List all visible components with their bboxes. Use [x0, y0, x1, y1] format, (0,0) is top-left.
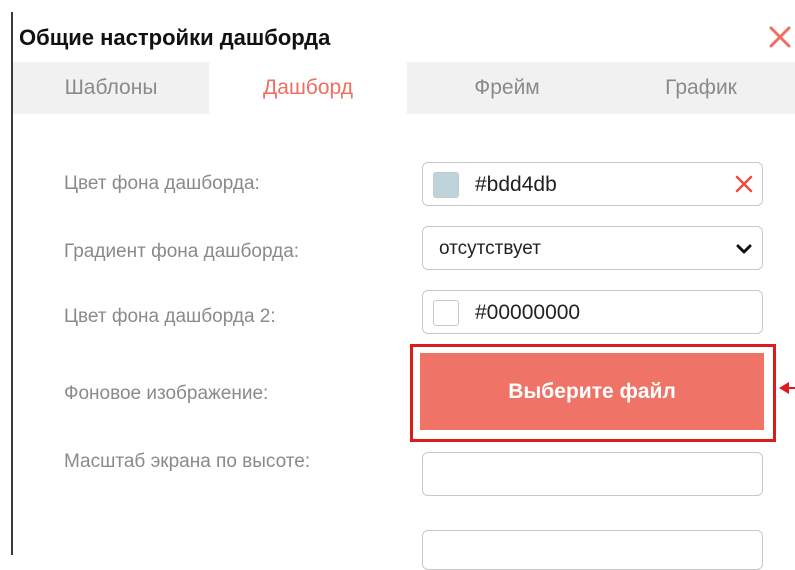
tab-frame[interactable]: Фрейм: [407, 62, 607, 114]
screen-scale-label: Масштаб экрана по высоте:: [64, 451, 311, 472]
chevron-down-icon: [736, 242, 752, 256]
settings-tabs: Шаблоны Дашборд Фрейм График: [13, 62, 795, 114]
bg-color-swatch[interactable]: [433, 172, 459, 198]
gradient-select[interactable]: отсутствует: [422, 226, 763, 270]
gradient-label: Градиент фона дашборда:: [64, 241, 300, 262]
dialog-title: Общие настройки дашборда: [19, 25, 331, 50]
close-icon[interactable]: [765, 22, 795, 52]
pointer-arrow-icon: [777, 376, 795, 400]
dialog-header: Общие настройки дашборда: [13, 12, 795, 62]
tab-templates[interactable]: Шаблоны: [13, 62, 209, 114]
next-setting-input[interactable]: [422, 530, 763, 570]
choose-file-button[interactable]: Выберите файл: [420, 353, 764, 430]
bg-color-field[interactable]: #bdd4db: [422, 162, 763, 206]
tab-dashboard[interactable]: Дашборд: [209, 62, 407, 114]
dashboard-settings-panel: Цвет фона дашборда: #bdd4db Градиент фон…: [13, 114, 795, 570]
gradient-selected-value: отсутствует: [439, 238, 541, 259]
bg-color2-swatch[interactable]: [433, 300, 459, 326]
clear-color-icon[interactable]: [734, 174, 754, 194]
screen-scale-input[interactable]: [422, 452, 763, 496]
bg-color2-label: Цвет фона дашборда 2:: [64, 306, 276, 327]
bg-color2-value: #00000000: [475, 301, 581, 324]
dashboard-settings-dialog: Общие настройки дашборда Шаблоны Дашборд…: [0, 0, 795, 570]
bg-image-label: Фоновое изображение:: [64, 383, 269, 404]
bg-color-value: #bdd4db: [475, 173, 557, 196]
tab-chart[interactable]: График: [607, 62, 795, 114]
bg-color2-field[interactable]: #00000000: [422, 290, 763, 334]
bg-color-label: Цвет фона дашборда:: [64, 173, 260, 194]
